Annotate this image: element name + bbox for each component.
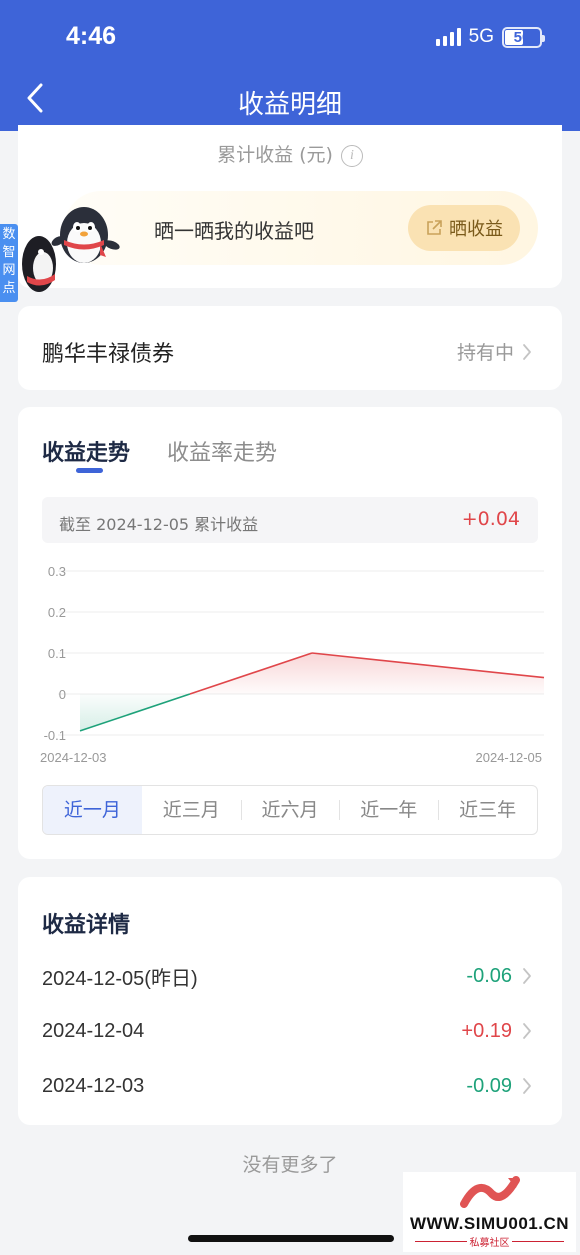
chevron-right-icon bbox=[523, 1023, 531, 1039]
detail-value-group: +0.19 bbox=[461, 1020, 532, 1043]
chevron-right-icon bbox=[523, 343, 531, 360]
detail-row[interactable]: 2024-12-05(昨日) -0.06 bbox=[42, 956, 532, 996]
product-row[interactable]: 鹏华丰禄债券 持有中 bbox=[18, 306, 562, 390]
detail-value-group: -0.09 bbox=[466, 1075, 532, 1098]
home-indicator bbox=[188, 1235, 394, 1242]
y-tick-label: 0.2 bbox=[48, 605, 66, 620]
trend-card: 收益走势 收益率走势 截至 2024-12-05 累计收益 +0.04 0.3 0… bbox=[18, 407, 562, 859]
detail-value: -0.09 bbox=[466, 1074, 512, 1097]
detail-date: 2024-12-03 bbox=[42, 1074, 145, 1097]
network-label: 5G bbox=[468, 26, 494, 47]
side-floating-tag[interactable]: 数智网点 bbox=[0, 224, 18, 302]
detail-value-group: -0.06 bbox=[466, 965, 532, 988]
chevron-right-icon bbox=[523, 1078, 531, 1094]
cumulative-summary: 截至 2024-12-05 累计收益 +0.04 bbox=[42, 497, 538, 543]
y-tick-label: 0 bbox=[59, 687, 66, 702]
x-tick-label: 2024-12-05 bbox=[476, 750, 543, 765]
watermark-logo: WWW.SIMU001.CN 私募社区 bbox=[403, 1172, 576, 1252]
detail-date: 2024-12-05(昨日) bbox=[42, 967, 198, 990]
x-tick-label: 2024-12-03 bbox=[40, 750, 107, 765]
page-title: 收益明细 bbox=[237, 90, 342, 120]
battery-icon: 50 bbox=[502, 26, 545, 48]
y-tick-label: -0.1 bbox=[44, 728, 66, 743]
app-header: 4:46 5G 50 收益明细 bbox=[0, 0, 580, 131]
status-indicators: 5G 50 bbox=[435, 26, 545, 48]
watermark-emblem-icon bbox=[460, 1176, 520, 1208]
info-icon[interactable]: i bbox=[340, 144, 363, 167]
cumulative-label-row: 累计收益 (元) i bbox=[18, 140, 562, 167]
detail-value: +0.19 bbox=[461, 1019, 512, 1042]
active-tab-indicator bbox=[76, 468, 103, 473]
watermark-site: WWW.SIMU001.CN bbox=[409, 1214, 570, 1233]
tab-yield-trend[interactable]: 收益率走势 bbox=[167, 435, 277, 467]
period-1m[interactable]: 近一月 bbox=[43, 786, 142, 834]
product-status-label: 持有中 bbox=[456, 342, 514, 364]
chevron-right-icon bbox=[523, 968, 531, 984]
period-6m[interactable]: 近六月 bbox=[240, 786, 340, 834]
details-title: 收益详情 bbox=[42, 913, 131, 938]
external-share-icon bbox=[427, 220, 442, 235]
cumulative-label: 累计收益 (元) bbox=[217, 144, 333, 166]
detail-value: -0.06 bbox=[466, 964, 512, 987]
side-mascot-icon[interactable] bbox=[17, 226, 57, 298]
product-status: 持有中 bbox=[457, 338, 532, 365]
summary-label: 截至 2024-12-05 累计收益 bbox=[59, 515, 259, 534]
y-tick-label: 0.3 bbox=[48, 564, 66, 579]
details-card: 收益详情 2024-12-05(昨日) -0.06 2024-12-04 +0.… bbox=[18, 877, 562, 1125]
y-tick-label: 0.1 bbox=[48, 646, 66, 661]
earnings-line-chart: 0.3 0.2 0.1 0 -0.1 2024-12-03 2024-12-05 bbox=[40, 564, 545, 765]
share-banner[interactable]: 晒一晒我的收益吧 晒收益 bbox=[64, 191, 538, 265]
share-button-label: 晒收益 bbox=[449, 219, 503, 240]
summary-value: +0.04 bbox=[461, 508, 520, 530]
product-name: 鹏华丰禄债券 bbox=[42, 342, 175, 367]
period-selector: 近一月 近三月 近六月 近一年 近三年 bbox=[42, 785, 538, 835]
status-time: 4:46 bbox=[66, 22, 117, 50]
detail-row[interactable]: 2024-12-03 -0.09 bbox=[42, 1066, 532, 1106]
tab-earnings-trend[interactable]: 收益走势 bbox=[42, 435, 130, 467]
period-3y[interactable]: 近三年 bbox=[438, 786, 537, 834]
period-3m[interactable]: 近三月 bbox=[142, 786, 241, 834]
share-text: 晒一晒我的收益吧 bbox=[154, 219, 314, 243]
detail-row[interactable]: 2024-12-04 +0.19 bbox=[42, 1011, 532, 1051]
period-1y[interactable]: 近一年 bbox=[339, 786, 438, 834]
signal-icon bbox=[435, 28, 461, 46]
battery-level: 50 bbox=[513, 28, 531, 46]
detail-date: 2024-12-04 bbox=[42, 1019, 145, 1042]
share-earnings-button[interactable]: 晒收益 bbox=[408, 205, 520, 251]
